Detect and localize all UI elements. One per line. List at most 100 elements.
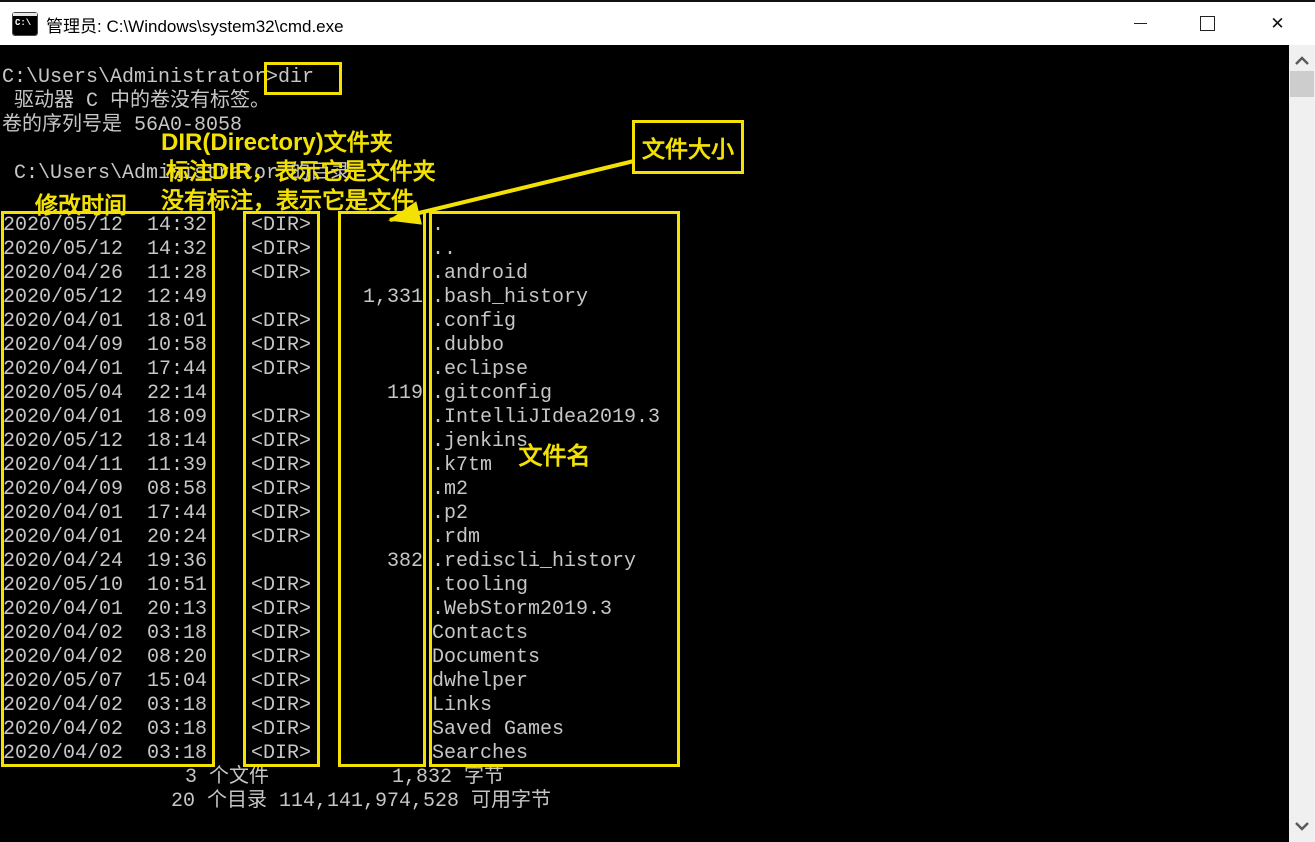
row-dir-flag: <DIR> — [251, 694, 311, 718]
terminal-area[interactable]: C:\Users\Administrator>dir 驱动器 C 中的卷没有标签… — [0, 45, 1289, 842]
row-name: .. — [432, 238, 456, 262]
dir-listing-row: 2020/04/01 17:44 <DIR> .eclipse — [0, 358, 1289, 382]
row-name: .rediscli_history — [432, 550, 636, 574]
scrollbar-down-icon[interactable] — [1289, 815, 1315, 837]
row-size: 382 — [339, 550, 423, 574]
window-title: 管理员: C:\Windows\system32\cmd.exe — [46, 2, 344, 47]
dir-listing-row: 2020/04/01 18:09<DIR>.IntelliJIdea2019.3 — [0, 406, 1289, 430]
row-dir-flag: <DIR> — [251, 622, 311, 646]
row-dir-flag: <DIR> — [251, 718, 311, 742]
row-name: dwhelper — [432, 670, 528, 694]
dir-listing-row: 2020/05/10 10:51 <DIR> .tooling — [0, 574, 1289, 598]
row-datetime: 2020/04/11 11:39 — [3, 454, 207, 478]
dir-listing-row: 2020/05/07 15:04<DIR>dwhelper — [0, 670, 1289, 694]
row-datetime: 2020/04/24 19:36 — [3, 550, 207, 574]
dir-listing-row: 2020/05/12 18:14 <DIR> .jenkins — [0, 430, 1289, 454]
row-dir-flag: <DIR> — [251, 262, 311, 286]
row-dir-flag: <DIR> — [251, 502, 311, 526]
scrollbar-thumb[interactable] — [1290, 71, 1314, 97]
row-datetime: 2020/04/01 20:13 — [3, 598, 207, 622]
row-dir-flag: <DIR> — [251, 406, 311, 430]
row-name: . — [432, 214, 444, 238]
row-dir-flag: <DIR> — [251, 238, 311, 262]
minimize-icon — [1134, 23, 1147, 24]
dir-listing-row: 2020/04/01 17:44<DIR>.p2 — [0, 502, 1289, 526]
row-name: Contacts — [432, 622, 528, 646]
maximize-button[interactable] — [1184, 2, 1231, 45]
minimize-button[interactable] — [1117, 2, 1164, 45]
row-datetime: 2020/05/04 22:14 — [3, 382, 207, 406]
row-datetime: 2020/05/12 18:14 — [3, 430, 207, 454]
dir-listing-row: 2020/04/02 03:18 <DIR> Contacts — [0, 622, 1289, 646]
row-name: .m2 — [432, 478, 468, 502]
summary-dirs-line: 20 个目录 114,141,974,528 可用字节 — [171, 790, 551, 814]
row-datetime: 2020/04/01 20:24 — [3, 526, 207, 550]
row-datetime: 2020/04/02 03:18 — [3, 622, 207, 646]
maximize-icon — [1200, 16, 1215, 31]
row-name: .eclipse — [432, 358, 528, 382]
row-name: Links — [432, 694, 492, 718]
dir-listing-row: 2020/04/09 08:58 <DIR> .m2 — [0, 478, 1289, 502]
dir-listing-row: 2020/04/02 03:18 <DIR> Searches — [0, 742, 1289, 766]
row-name: .gitconfig — [432, 382, 552, 406]
title-bar[interactable]: C:\ 管理员: C:\Windows\system32\cmd.exe ✕ — [0, 0, 1315, 45]
row-size: 119 — [339, 382, 423, 406]
row-datetime: 2020/05/12 12:49 — [3, 286, 207, 310]
row-datetime: 2020/05/12 14:32 — [3, 238, 207, 262]
row-dir-flag: <DIR> — [251, 670, 311, 694]
dir-listing-row: 2020/04/01 18:01 <DIR> .config — [0, 310, 1289, 334]
row-name: Searches — [432, 742, 528, 766]
row-name: .IntelliJIdea2019.3 — [432, 406, 660, 430]
vertical-scrollbar[interactable] — [1289, 45, 1315, 842]
row-datetime: 2020/04/01 17:44 — [3, 358, 207, 382]
row-dir-flag: <DIR> — [251, 214, 311, 238]
row-name: .config — [432, 310, 516, 334]
row-name: .k7tm — [432, 454, 492, 478]
row-dir-flag: <DIR> — [251, 598, 311, 622]
row-dir-flag: <DIR> — [251, 358, 311, 382]
row-dir-flag: <DIR> — [251, 334, 311, 358]
dir-listing-row: 2020/05/04 22:14 119 .gitconfig — [0, 382, 1289, 406]
dir-listing-row: 2020/04/26 11:28 <DIR> .android — [0, 262, 1289, 286]
row-dir-flag: <DIR> — [251, 454, 311, 478]
dir-listing-row: 2020/04/24 19:36 382 .rediscli_history — [0, 550, 1289, 574]
summary-files-bytes: 1,832 字节 — [392, 766, 504, 790]
close-icon: ✕ — [1270, 15, 1284, 32]
cmd-window: { "window": { "title": "管理员: C:\\Windows… — [0, 0, 1315, 842]
row-name: .tooling — [432, 574, 528, 598]
row-datetime: 2020/04/01 18:01 — [3, 310, 207, 334]
dir-listing-row: 2020/04/11 11:39 <DIR> .k7tm — [0, 454, 1289, 478]
dir-listing-row: 2020/05/12 12:491,331.bash_history — [0, 286, 1289, 310]
row-datetime: 2020/04/02 08:20 — [3, 646, 207, 670]
cmd-app-icon: C:\ — [13, 13, 37, 35]
row-name: .p2 — [432, 502, 468, 526]
row-datetime: 2020/04/02 03:18 — [3, 742, 207, 766]
row-datetime: 2020/04/26 11:28 — [3, 262, 207, 286]
row-datetime: 2020/04/02 03:18 — [3, 718, 207, 742]
directory-header-line: C:\Users\Administrator 的目录 — [2, 162, 350, 186]
row-dir-flag: <DIR> — [251, 526, 311, 550]
dir-listing-row: 2020/04/01 20:24 <DIR> .rdm — [0, 526, 1289, 550]
row-dir-flag: <DIR> — [251, 430, 311, 454]
close-button[interactable]: ✕ — [1254, 2, 1301, 45]
row-dir-flag: <DIR> — [251, 574, 311, 598]
prompt-line: C:\Users\Administrator>dir — [2, 66, 314, 90]
row-dir-flag: <DIR> — [251, 478, 311, 502]
row-datetime: 2020/04/09 08:58 — [3, 478, 207, 502]
row-name: Saved Games — [432, 718, 564, 742]
row-name: .jenkins — [432, 430, 528, 454]
row-dir-flag: <DIR> — [251, 310, 311, 334]
row-name: .dubbo — [432, 334, 504, 358]
row-name: Documents — [432, 646, 540, 670]
volume-label-line: 驱动器 C 中的卷没有标签。 — [2, 90, 270, 114]
row-dir-flag: <DIR> — [251, 742, 311, 766]
row-name: .rdm — [432, 526, 480, 550]
row-name: .WebStorm2019.3 — [432, 598, 612, 622]
row-datetime: 2020/05/12 14:32 — [3, 214, 207, 238]
row-name: .android — [432, 262, 528, 286]
row-datetime: 2020/05/10 10:51 — [3, 574, 207, 598]
scrollbar-up-icon[interactable] — [1289, 50, 1315, 72]
summary-files-count: 3 个文件 — [185, 766, 269, 790]
volume-serial-line: 卷的序列号是 56A0-8058 — [2, 114, 242, 138]
dir-listing-row: 2020/05/12 14:32 <DIR>. — [0, 214, 1289, 238]
